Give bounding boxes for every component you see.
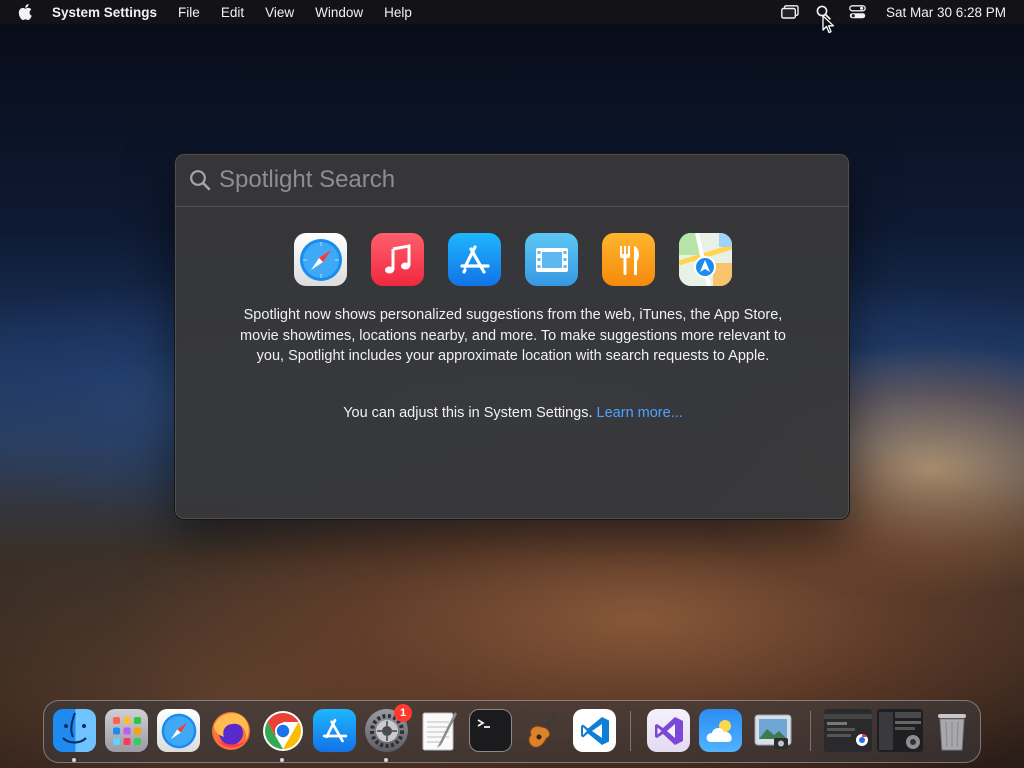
guitar-icon	[527, 711, 557, 748]
menu-view[interactable]: View	[265, 5, 294, 20]
adjust-text: You can adjust this in System Settings.	[343, 405, 593, 421]
apple-menu-icon[interactable]	[18, 4, 34, 20]
dock-vscode[interactable]	[573, 709, 616, 752]
dock-finder[interactable]	[53, 709, 96, 762]
dock: 1	[43, 700, 981, 763]
menu-help[interactable]: Help	[384, 5, 412, 20]
settings-adjust-note: You can adjust this in System Settings. …	[175, 405, 851, 421]
chrome-icon	[262, 710, 303, 751]
menu-window[interactable]: Window	[315, 5, 363, 20]
dock-safari[interactable]	[157, 709, 200, 752]
spotlight-privacy-description: Spotlight now shows personalized suggest…	[240, 307, 786, 364]
running-indicator	[280, 758, 284, 762]
spotlight-panel: Spotlight now shows personalized suggest…	[174, 153, 850, 520]
dock-textedit[interactable]	[417, 709, 460, 752]
safari-icon	[161, 713, 196, 748]
menu-bar-extras: Sat Mar 30 6:28 PM	[780, 0, 1024, 24]
weather-cloud-icon	[706, 719, 732, 742]
dock-launchpad[interactable]	[105, 709, 148, 752]
window-thumbnail-icon	[824, 713, 872, 746]
safari-icon	[294, 233, 347, 286]
trash-icon	[937, 713, 966, 750]
dock-trash[interactable]	[930, 709, 973, 752]
screen-mirroring-icon[interactable]	[780, 2, 800, 22]
menu-app-name[interactable]: System Settings	[52, 5, 157, 20]
window-thumbnail-icon	[879, 711, 921, 750]
control-center-icon[interactable]	[848, 2, 868, 22]
spotlight-search-bar	[175, 154, 849, 207]
notification-badge: 1	[394, 704, 412, 722]
dock-app-store[interactable]	[313, 709, 356, 752]
maps-icon	[679, 233, 732, 286]
menu-file[interactable]: File	[178, 5, 200, 20]
running-indicator	[384, 758, 388, 762]
dock-separator	[630, 711, 631, 751]
mouse-pointer-icon	[822, 15, 835, 34]
finder-icon	[62, 712, 87, 744]
menu-bar: System Settings File Edit View Window He…	[0, 0, 1024, 24]
dock-system-settings[interactable]: 1	[365, 704, 412, 762]
dock-visual-studio[interactable]	[647, 709, 690, 752]
restaurants-icon	[602, 233, 655, 286]
suggestion-icons	[175, 233, 851, 287]
app-store-icon	[448, 233, 501, 286]
dock-chrome[interactable]	[261, 709, 304, 762]
dock-activity-window-thumbnail[interactable]	[877, 709, 923, 752]
menu-bar-clock[interactable]: Sat Mar 30 6:28 PM	[886, 5, 1006, 20]
menu-edit[interactable]: Edit	[221, 5, 244, 20]
preview-icon	[754, 714, 791, 749]
running-indicator	[72, 758, 76, 762]
dock-weather[interactable]	[699, 709, 742, 752]
launchpad-icon	[112, 716, 141, 745]
firefox-icon	[211, 711, 250, 750]
dock-separator	[810, 711, 811, 751]
dock-chrome-window-thumbnail[interactable]	[824, 709, 872, 752]
dock-preview[interactable]	[751, 709, 794, 752]
music-icon	[371, 233, 424, 286]
vscode-icon	[580, 716, 609, 745]
dock-garageband[interactable]	[521, 709, 564, 752]
dock-firefox[interactable]	[209, 709, 252, 752]
dock-terminal[interactable]	[469, 709, 512, 752]
visual-studio-icon	[654, 716, 683, 745]
terminal-icon	[477, 718, 490, 728]
spotlight-search-input[interactable]	[219, 166, 819, 194]
textedit-icon	[422, 711, 457, 750]
app-store-icon	[322, 718, 347, 742]
search-icon	[190, 170, 211, 191]
movies-icon	[525, 233, 578, 286]
learn-more-link[interactable]: Learn more...	[597, 405, 683, 421]
